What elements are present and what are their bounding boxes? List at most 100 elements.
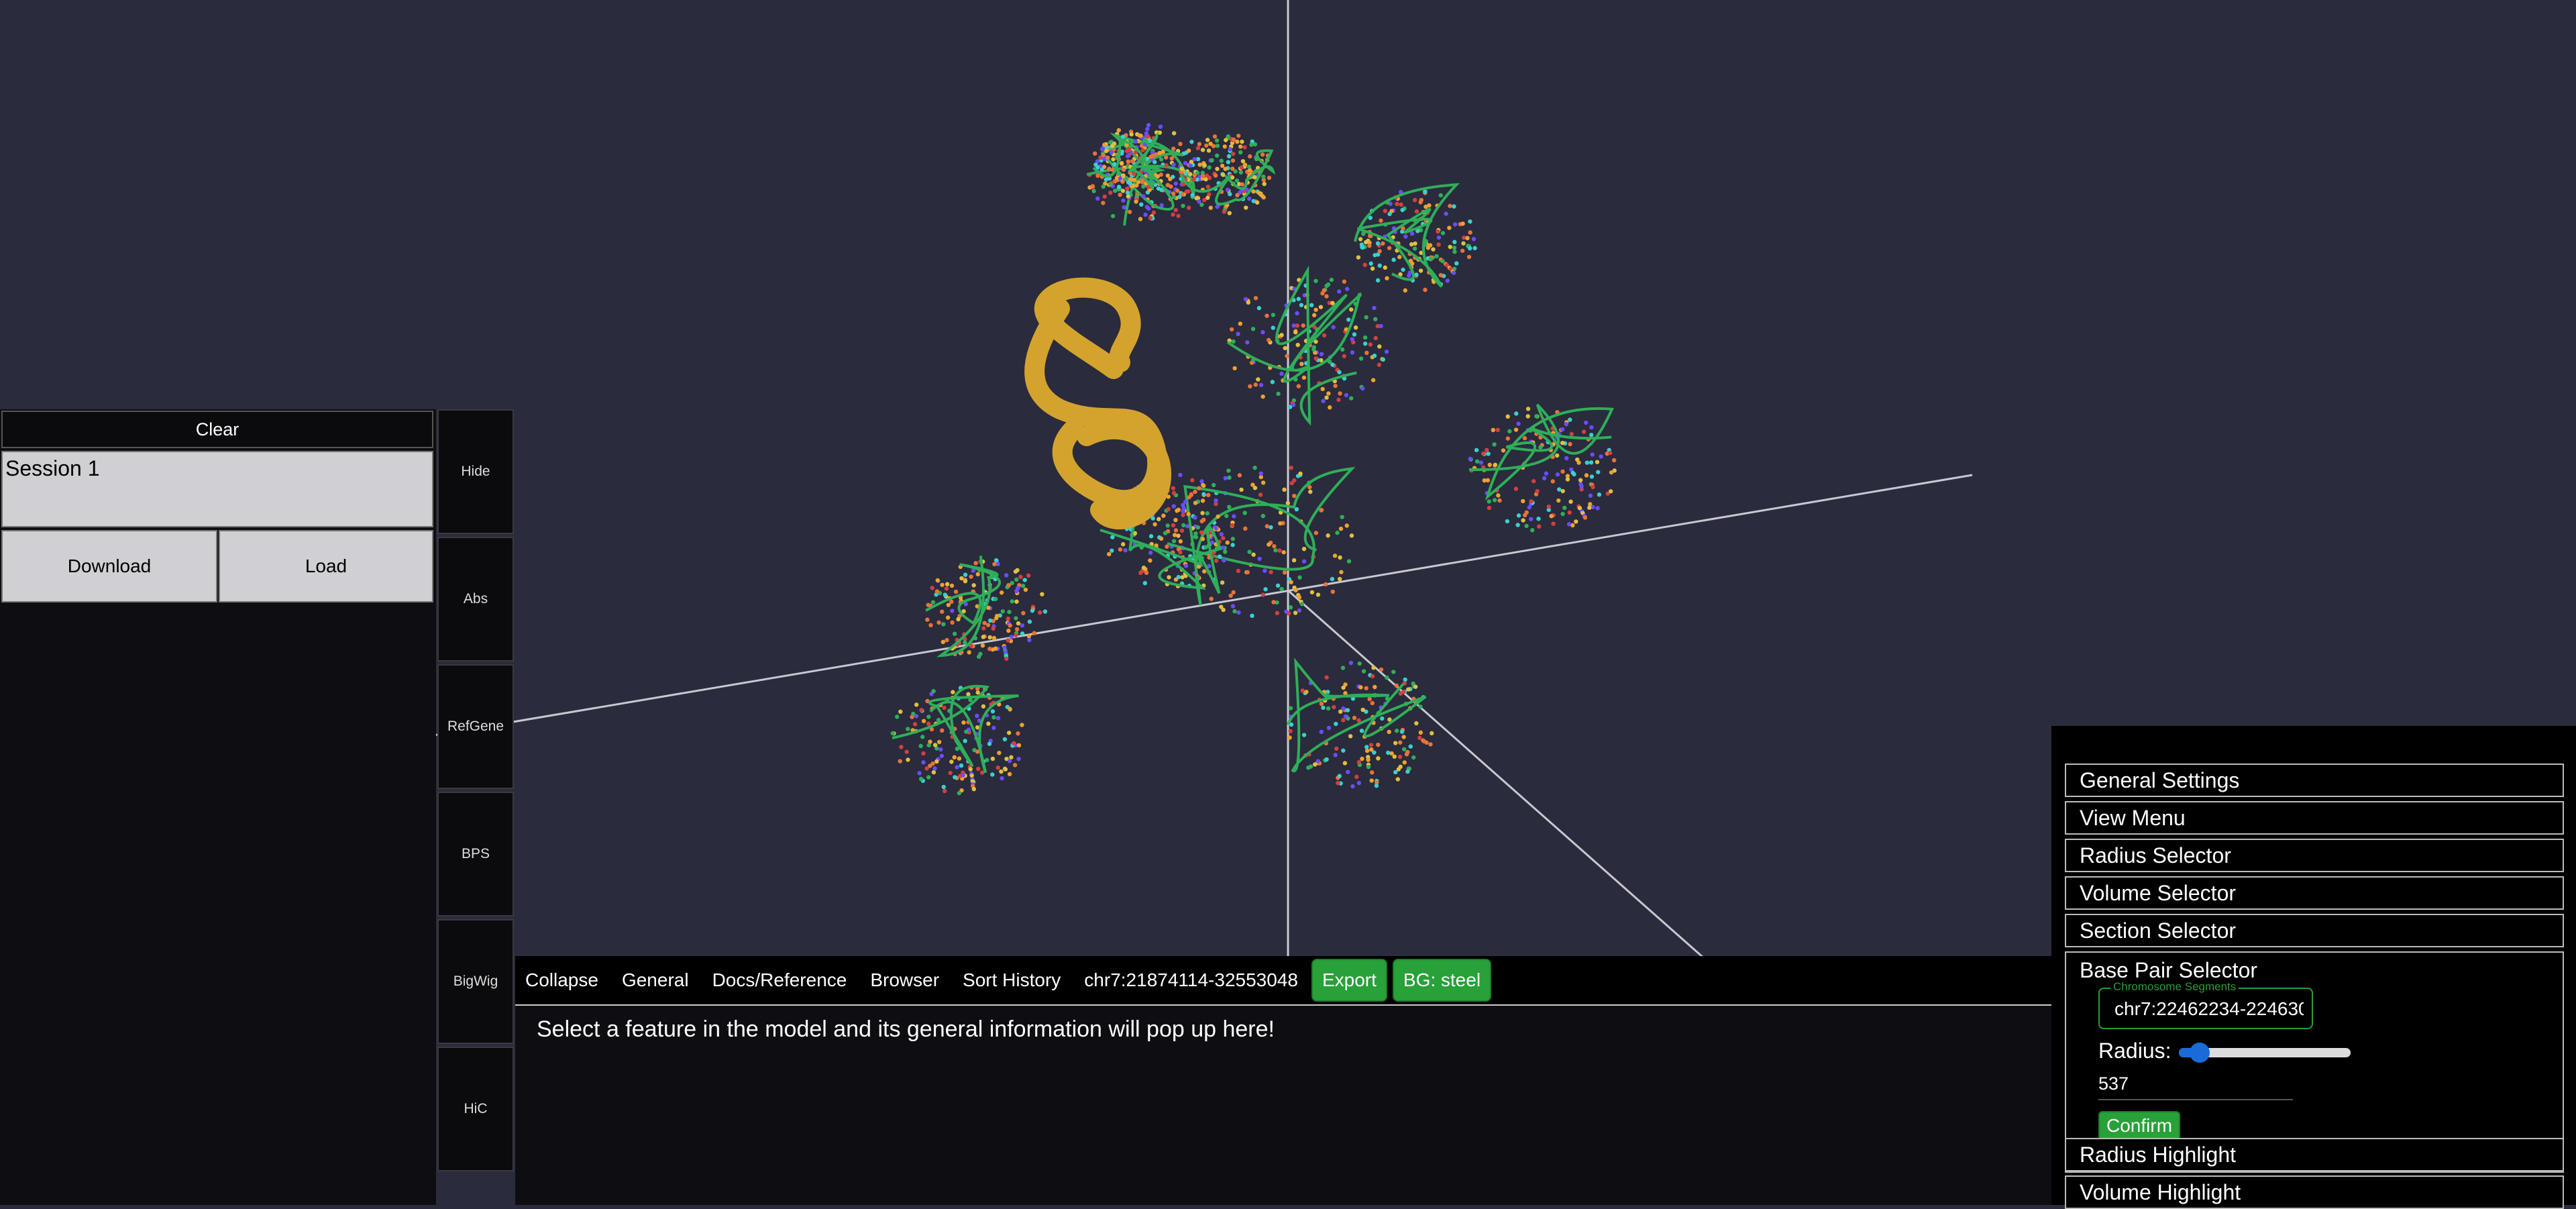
menu-view-menu[interactable]: View Menu [2065,801,2564,835]
bg-toggle-button[interactable]: BG: steel [1392,959,1492,1002]
tab-collapse[interactable]: Collapse [515,969,612,991]
chromatin-point [1346,317,1351,322]
bps-button[interactable]: BPS [437,792,514,916]
menu-radius-highlight[interactable]: Radius Highlight [2065,1138,2564,1171]
chromatin-point [1015,568,1020,573]
chromatin-point [1445,278,1450,283]
chromatin-point [1007,609,1012,615]
chromatin-point [919,708,924,713]
chromatin-point [934,589,940,594]
hic-button[interactable]: HiC [437,1047,514,1171]
chromatin-point [1373,253,1377,258]
chromatin-point [1129,132,1134,137]
chromatin-point [1395,201,1399,207]
chromatin-point [1528,517,1534,521]
chromatin-point [1485,448,1489,452]
chromatin-point [951,690,955,694]
chromatin-point [1358,237,1363,242]
chromatin-point [1444,211,1448,216]
chromatin-point [1338,555,1342,560]
chromatin-point [1020,623,1025,628]
chromatin-point [1003,767,1008,772]
chromatin-point [1372,305,1377,311]
clear-button[interactable]: Clear [1,411,433,448]
tab-sort-history[interactable]: Sort History [953,969,1074,991]
chromatin-point [1589,460,1594,465]
chromatin-point [1202,569,1207,574]
radius-slider-thumb[interactable] [2189,1043,2210,1063]
chromatin-point [1368,743,1374,747]
chromatin-point [1525,414,1530,419]
chromatin-point [1260,480,1266,485]
menu-volume-selector[interactable]: Volume Selector [2065,876,2564,910]
selected-gold-tube[interactable] [1024,277,1172,530]
chromatin-point [1291,403,1296,407]
chromatin-point [1260,329,1265,335]
chromatin-point [1329,277,1334,282]
tab-docs-reference[interactable]: Docs/Reference [702,969,861,991]
chromatin-point [1205,511,1210,516]
chromatin-point [1584,473,1589,478]
chromatin-point [1359,729,1364,733]
chromatin-point [1333,753,1338,757]
chromatin-point [1299,303,1304,307]
chromatin-point [981,626,986,631]
abs-button[interactable]: Abs [437,537,514,662]
refgene-button[interactable]: RefGene [437,664,514,789]
chromatin-point [955,765,959,770]
download-button[interactable]: Download [1,530,217,602]
chromatin-point [1436,229,1440,234]
chromatin-point [1202,163,1207,168]
hide-button[interactable]: Hide [437,409,514,534]
chromatin-point [993,596,998,601]
chromatin-point [1120,134,1126,140]
chromatin-point [1505,436,1510,441]
chromatin-point [1276,391,1281,397]
radius-slider[interactable] [2179,1043,2351,1063]
chromatin-point [1181,523,1186,528]
menu-radius-selector[interactable]: Radius Selector [2065,839,2564,872]
chromatin-point [1238,150,1243,155]
chromatin-point [935,578,940,583]
chromatin-point [1208,142,1213,146]
chromosome-segments-input[interactable] [2114,997,2304,1021]
chromatin-point [1014,627,1020,632]
confirm-button[interactable]: Confirm [2098,1111,2181,1141]
chromatin-point [969,574,973,579]
chromatin-point [1150,153,1155,158]
menu-section-selector[interactable]: Section Selector [2065,914,2564,947]
chromatin-point [1201,482,1205,488]
session-name-field[interactable]: Session 1 [1,451,433,527]
chromatin-point [1171,523,1176,528]
export-button[interactable]: Export [1311,959,1387,1002]
chromatin-point [1121,173,1126,178]
menu-volume-highlight[interactable]: Volume Highlight [2065,1175,2564,1209]
chromatin-point [1171,131,1177,136]
chromatin-point [1375,278,1381,283]
chromatin-point [1363,240,1368,245]
chromatin-point [1292,493,1297,498]
chromatin-point [1222,558,1226,563]
chromatin-point [975,713,979,719]
chromatin-point [1132,177,1137,182]
tab-browser[interactable]: Browser [860,969,953,991]
base-pair-selector-title[interactable]: Base Pair Selector [2080,958,2257,983]
chromatin-point [1228,192,1232,197]
chromatin-point [971,583,976,588]
chromatin-point [1197,162,1202,167]
chromatin-point [1158,124,1163,129]
chromatin-point [1452,250,1457,254]
load-button[interactable]: Load [219,530,433,602]
chromosome-point-clusters [890,123,1617,796]
chromatin-point [1225,540,1230,545]
chromatin-point [941,622,946,627]
chromatin-point [1581,429,1587,434]
chromatin-point [1408,744,1413,749]
chromatin-point [1348,307,1354,312]
bigwig-button[interactable]: BigWig [437,919,514,1044]
chromatin-point [1127,209,1132,215]
chromatin-point [1152,522,1157,527]
menu-general-settings[interactable]: General Settings [2065,764,2564,797]
chromatin-point [1214,138,1220,143]
tab-general[interactable]: General [612,969,702,991]
